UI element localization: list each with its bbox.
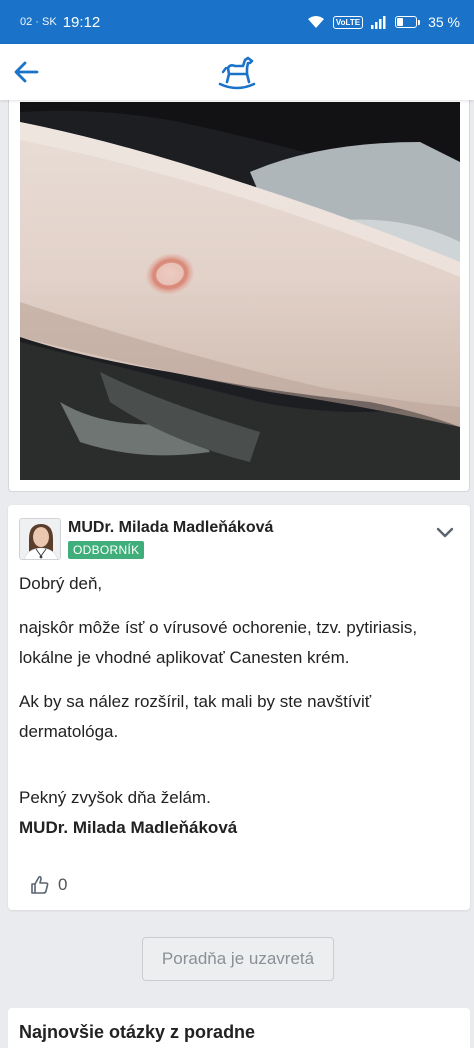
status-time: 19:12	[62, 13, 101, 31]
answer-paragraph: Dobrý deň,	[19, 574, 103, 593]
answer-closing: Pekný zvyšok dňa želám.	[19, 788, 211, 807]
like-count: 0	[58, 875, 68, 894]
latest-questions-card: Najnovšie otázky z poradne	[8, 1008, 470, 1048]
rocking-horse-logo[interactable]	[217, 54, 257, 90]
answer-paragraph: najskôr môže ísť o vírusové ochorenie, t…	[19, 618, 418, 667]
author-name[interactable]: MUDr. Milada Madleňáková	[68, 519, 273, 537]
arm-rash-image	[20, 102, 460, 480]
status-bar: 02 · SK 19:12 VoLTE 35 %	[0, 0, 474, 44]
battery-icon	[395, 16, 421, 28]
volte-badge: VoLTE	[332, 15, 364, 29]
wifi-icon	[307, 16, 324, 28]
arrow-left-icon	[14, 61, 39, 83]
like-button[interactable]: 0	[30, 875, 67, 895]
app-bar	[0, 44, 474, 100]
chevron-down-icon[interactable]	[434, 521, 456, 543]
answer-paragraph: Ak by sa nález rozšíril, tak mali by ste…	[19, 692, 372, 741]
consultation-closed-button[interactable]: Poradňa je uzavretá	[142, 937, 334, 981]
signal-icon	[371, 15, 386, 29]
question-photo[interactable]	[20, 102, 460, 480]
carrier-label: 02 · SK	[20, 16, 57, 28]
back-button[interactable]	[10, 56, 42, 88]
answer-card: MUDr. Milada Madleňáková ODBORNÍK Dobrý …	[8, 505, 470, 910]
thumbs-up-icon	[31, 875, 49, 894]
answer-body: Dobrý deň, najskôr môže ísť o vírusové o…	[19, 569, 459, 843]
avatar[interactable]	[19, 518, 61, 560]
section-title: Najnovšie otázky z poradne	[19, 1022, 256, 1042]
expert-badge: ODBORNÍK	[68, 541, 145, 559]
battery-percent: 35 %	[428, 14, 460, 30]
question-photo-card	[8, 100, 470, 492]
answer-signature: MUDr. Milada Madleňáková	[19, 818, 238, 837]
battery-fill	[397, 18, 404, 26]
doctor-portrait-image	[20, 519, 60, 559]
